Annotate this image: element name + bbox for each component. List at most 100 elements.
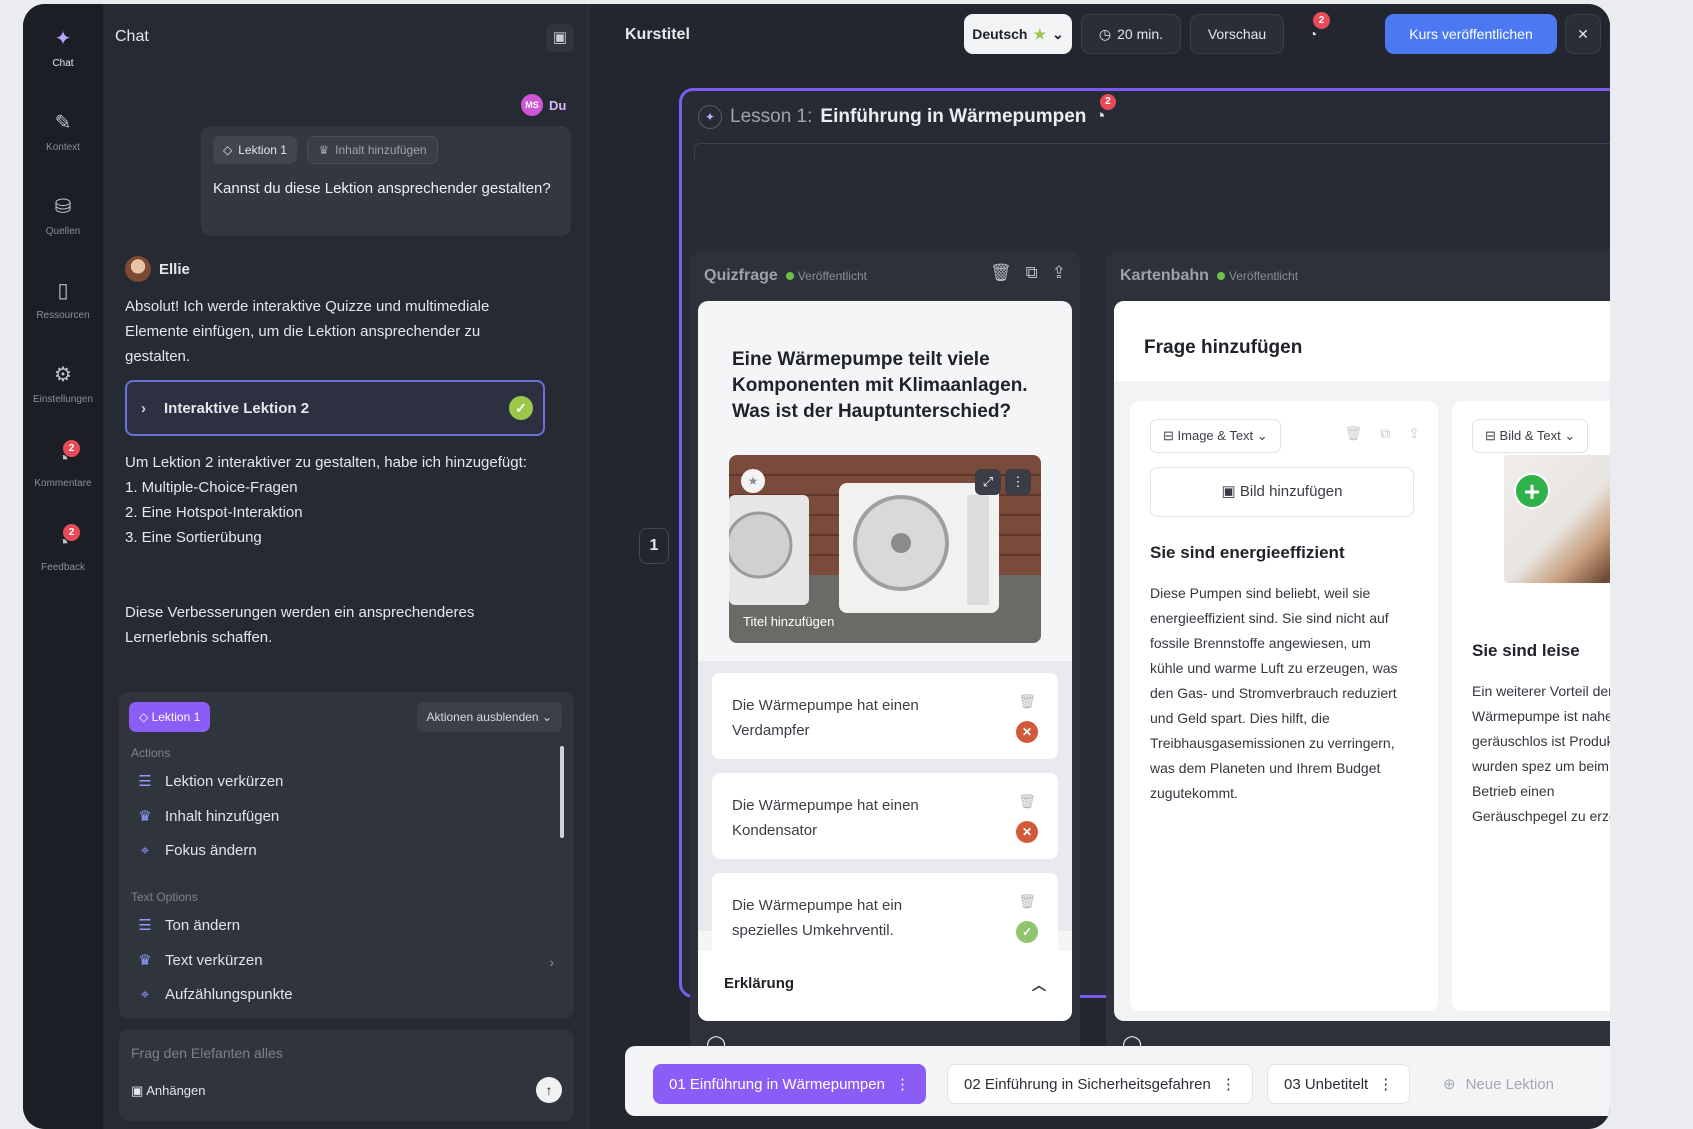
slide-type-label: Image & Text: [1177, 428, 1254, 443]
comment-icon: ◔: [1308, 26, 1318, 42]
rail-kontext[interactable]: ✎ Kontext: [23, 110, 103, 153]
clock-icon: ◷: [1098, 25, 1112, 42]
share-icon[interactable]: ⇪: [1052, 263, 1066, 283]
answer-text: Die Wärmepumpe hat ein spezielles Umkehr…: [732, 897, 903, 939]
action-label: Text verkürzen: [165, 951, 263, 969]
chevron-right-icon[interactable]: ›: [549, 954, 554, 970]
slide-body[interactable]: Diese Pumpen sind beliebt, weil sie ener…: [1150, 581, 1406, 806]
action-shorten-text[interactable]: ♛ Text verkürzen: [135, 951, 263, 970]
slide-type-select[interactable]: ⊟ Image & Text ⌄: [1150, 419, 1281, 453]
trash-icon[interactable]: 🗑: [1344, 425, 1362, 442]
quiz-card: Eine Wärmepumpe teilt viele Komponenten …: [698, 301, 1072, 1021]
more-icon[interactable]: ⋮: [1005, 469, 1031, 495]
slide-body[interactable]: Ein weiterer Vorteil der einer Wärmepump…: [1472, 679, 1610, 829]
add-content-chip[interactable]: ♛ Inhalt hinzufügen: [307, 136, 438, 164]
answer-item[interactable]: Die Wärmepumpe hat einen Verdampfer 🗑 ✕: [712, 673, 1058, 759]
tab-lesson-1[interactable]: 01 Einführung in Wärmepumpen ⋮: [653, 1064, 926, 1104]
avatar: MS: [521, 94, 543, 116]
attach-label: Anhängen: [146, 1083, 206, 1098]
chat-input-placeholder[interactable]: Frag den Elefanten alles: [131, 1045, 283, 1061]
trash-icon[interactable]: 🗑: [1018, 889, 1036, 914]
slide-heading[interactable]: Sie sind energieeffizient: [1150, 543, 1345, 563]
trash-icon[interactable]: 🗑: [1018, 789, 1036, 814]
more-icon[interactable]: ⋮: [895, 1075, 910, 1093]
action-change-tone[interactable]: ☰ Ton ändern: [135, 916, 241, 935]
lesson-prefix: Lesson 1:: [730, 106, 813, 127]
comment-icon[interactable]: ◔ 2: [1094, 94, 1116, 128]
action-add-content[interactable]: ♛ Inhalt hinzufügen: [135, 807, 279, 826]
scrollbar[interactable]: [560, 746, 564, 838]
hide-actions-button[interactable]: Aktionen ausblenden ⌄: [416, 702, 562, 732]
wrong-icon[interactable]: ✕: [1016, 821, 1038, 843]
action-shorten-lesson[interactable]: ☰ Lektion verkürzen: [135, 772, 284, 791]
user-message-text: Kannst du diese Lektion ansprechender ge…: [213, 180, 551, 197]
quiz-column: Quizfrage Veröffentlicht 🗑 ⧉ ⇪ Eine Wärm…: [690, 251, 1080, 1069]
image-caption[interactable]: Titel hinzufügen: [743, 614, 834, 629]
publish-label: Kurs veröffentlichen: [1409, 26, 1533, 42]
dragged-image[interactable]: +: [1504, 455, 1610, 583]
lesson-chip[interactable]: ◇ Lektion 1: [213, 136, 297, 164]
quiz-question[interactable]: Eine Wärmepumpe teilt viele Komponenten …: [732, 347, 1042, 425]
close-icon: ✕: [1577, 25, 1589, 42]
chevron-down-icon: ⌄: [1052, 25, 1064, 42]
attach-button[interactable]: ▣ Anhängen: [131, 1083, 205, 1099]
preview-button[interactable]: Vorschau: [1190, 14, 1284, 54]
answer-text: Die Wärmepumpe hat einen Verdampfer: [732, 697, 919, 739]
plus-icon: +: [1514, 473, 1550, 509]
sparkle-icon[interactable]: ✦: [698, 105, 722, 129]
publish-button[interactable]: Kurs veröffentlichen: [1385, 14, 1557, 54]
answer-item[interactable]: Die Wärmepumpe hat ein spezielles Umkehr…: [712, 873, 1058, 959]
slide-type-select[interactable]: ⊟ Bild & Text ⌄: [1472, 419, 1589, 453]
action-label: Lektion verkürzen: [165, 772, 284, 790]
add-image-button[interactable]: ▣ Bild hinzufügen: [1150, 467, 1414, 517]
rail-ressourcen[interactable]: ▯ Ressourcen: [23, 278, 103, 321]
lesson-title[interactable]: Einführung in Wärmepumpen: [820, 106, 1086, 128]
more-icon[interactable]: ⋮: [1221, 1075, 1236, 1093]
page-number[interactable]: 1: [639, 528, 669, 564]
chat-input-box[interactable]: Frag den Elefanten alles ▣ Anhängen ↑: [119, 1029, 574, 1121]
course-title[interactable]: Kurstitel: [625, 26, 690, 44]
close-button[interactable]: ✕: [1565, 14, 1601, 54]
add-question-title[interactable]: Frage hinzufügen: [1144, 337, 1302, 359]
user-message: ◇ Lektion 1 ♛ Inhalt hinzufügen Kannst du …: [201, 126, 571, 236]
action-label: Ton ändern: [165, 916, 241, 934]
rail-chat[interactable]: ✦ Chat: [23, 26, 103, 69]
duration-button[interactable]: ◷ 20 min.: [1081, 14, 1181, 54]
status-dot: [785, 272, 794, 280]
slide-heading[interactable]: Sie sind leise: [1472, 641, 1580, 661]
copy-icon[interactable]: ⧉: [1026, 263, 1038, 283]
rail-quellen[interactable]: ⛁ Quellen: [23, 194, 103, 237]
send-button[interactable]: ↑: [536, 1077, 562, 1103]
comments-button[interactable]: ◔ 2: [1294, 12, 1332, 54]
panel-toggle-icon[interactable]: ▣: [546, 24, 574, 52]
action-change-focus[interactable]: ⌖ Fokus ändern: [135, 842, 257, 859]
copy-icon[interactable]: ⧉: [1380, 425, 1390, 442]
layout-icon: ⊟: [1485, 428, 1496, 443]
expand-icon[interactable]: ⤢: [975, 469, 1001, 495]
trash-icon[interactable]: 🗑: [1018, 689, 1036, 714]
quiz-image[interactable]: ★ ⤢ ⋮ Titel hinzufügen: [729, 455, 1041, 643]
lesson-card-label: Interaktive Lektion 2: [164, 399, 310, 417]
answer-item[interactable]: Die Wärmepumpe hat einen Kondensator 🗑 ✕: [712, 773, 1058, 859]
rail-kommentare[interactable]: ◔ 2 Kommentare: [23, 440, 103, 489]
chip-label: Lektion 1: [238, 143, 287, 157]
correct-icon[interactable]: ✓: [1016, 921, 1038, 943]
lesson-chip[interactable]: ◇ Lektion 1: [129, 702, 211, 732]
share-icon[interactable]: ⇪: [1408, 425, 1420, 442]
tab-lesson-3[interactable]: 03 Unbetitelt ⋮: [1267, 1064, 1411, 1104]
more-icon[interactable]: ⋮: [1378, 1075, 1393, 1093]
slide-tools: 🗑 ⧉ ⇪: [1344, 425, 1420, 442]
star-icon[interactable]: ★: [741, 469, 765, 493]
interactive-lesson-card[interactable]: › Interaktive Lektion 2 ✓: [125, 380, 545, 436]
feedback-badge: 2: [63, 524, 80, 541]
language-select[interactable]: Deutsch ★ ⌄: [964, 14, 1072, 54]
new-lesson-button[interactable]: ⊕ Neue Lektion: [1427, 1064, 1570, 1104]
wrong-icon[interactable]: ✕: [1016, 721, 1038, 743]
image-icon: ▣: [1221, 483, 1236, 500]
rail-einstellungen[interactable]: ⚙ Einstellungen: [23, 362, 103, 405]
rail-feedback[interactable]: ◔ 2 Feedback: [23, 524, 103, 573]
trash-icon[interactable]: 🗑: [990, 263, 1012, 283]
action-bullets[interactable]: ⌖ Aufzählungspunkte: [135, 986, 293, 1003]
tab-lesson-2[interactable]: 02 Einführung in Sicherheitsgefahren ⋮: [947, 1064, 1253, 1104]
explanation-toggle[interactable]: Erklärung ︿: [698, 951, 1072, 1021]
